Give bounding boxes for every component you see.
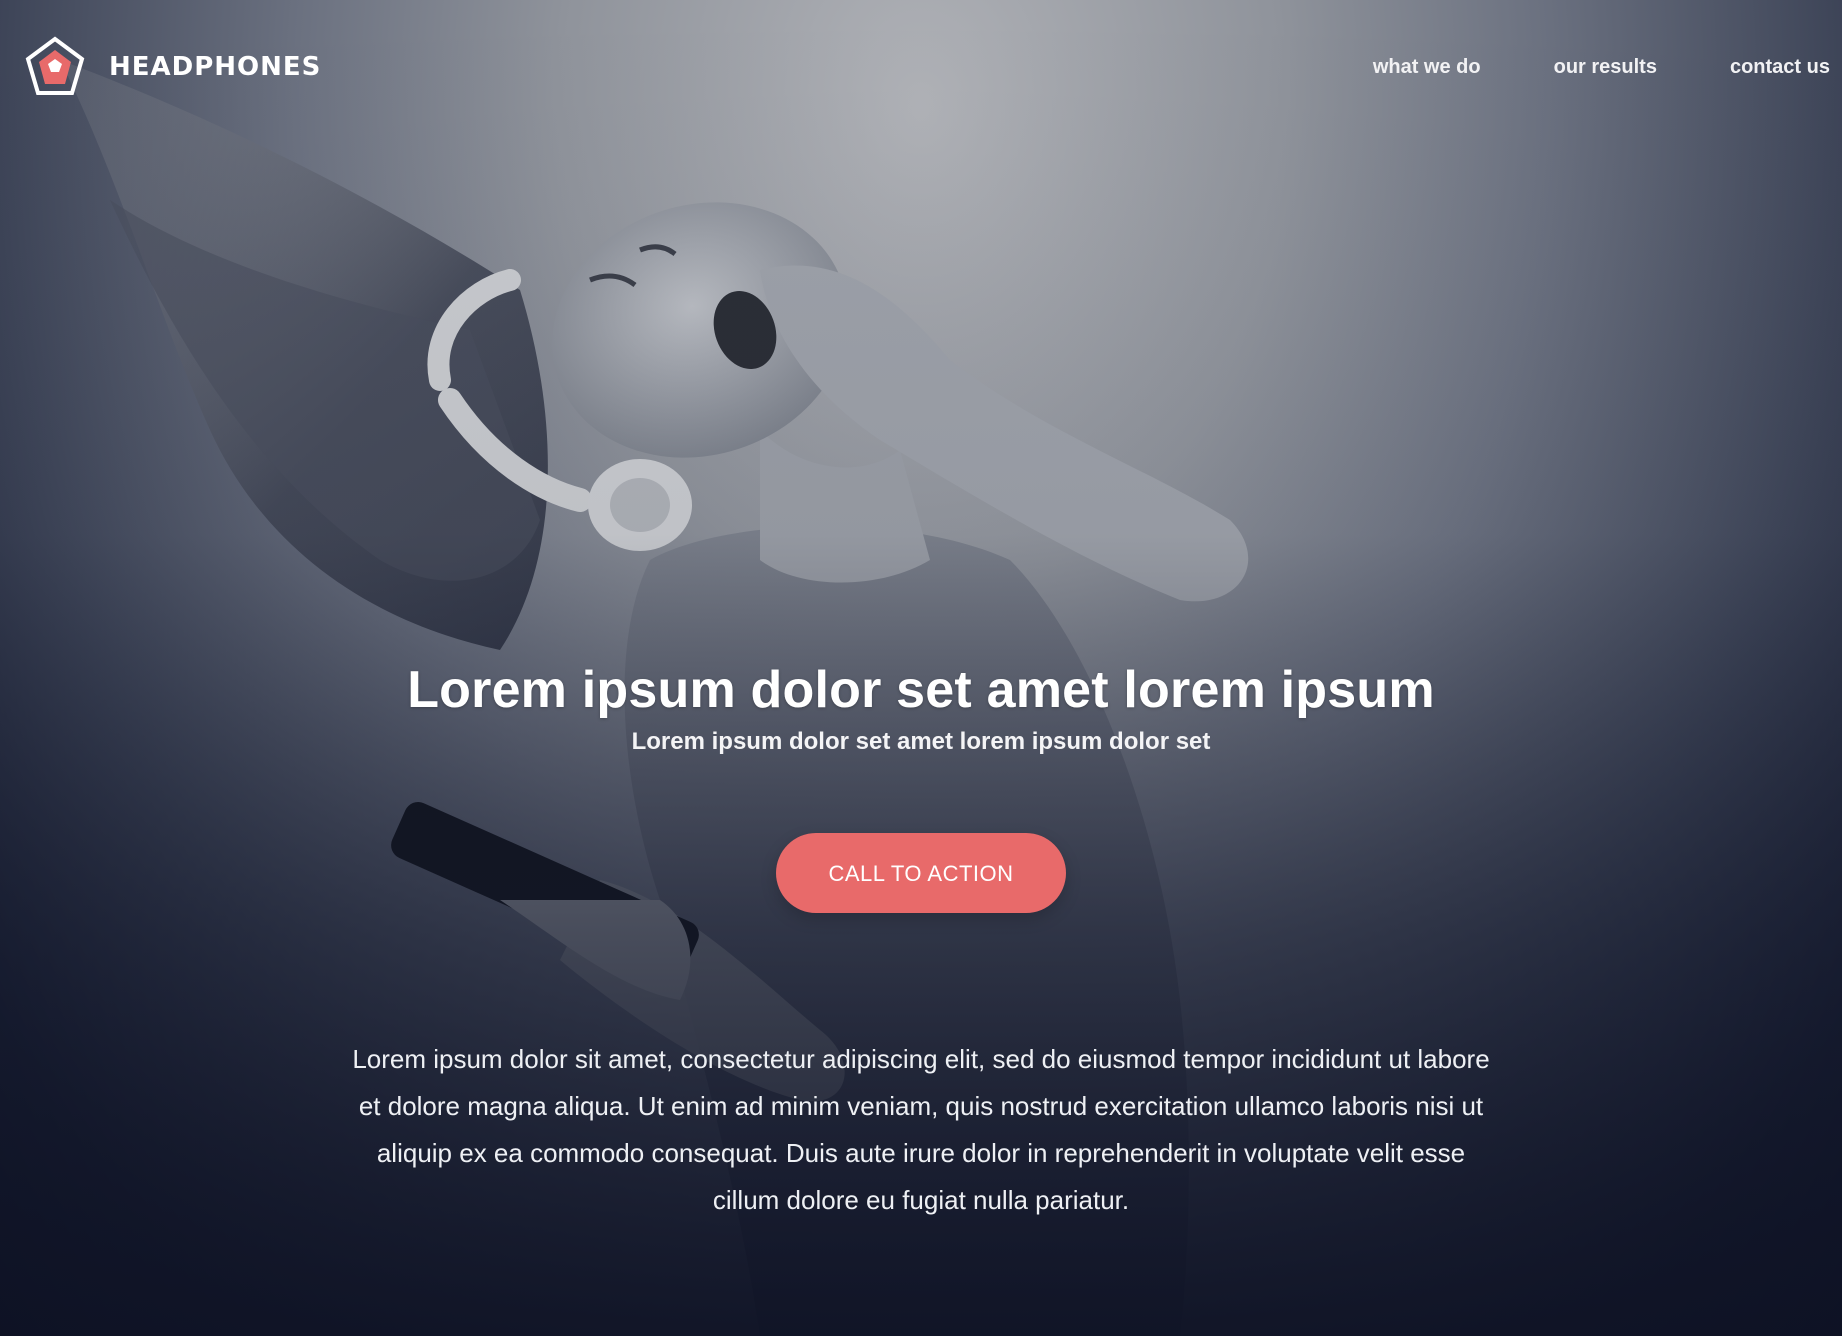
hero-title: Lorem ipsum dolor set amet lorem ipsum <box>407 661 1435 719</box>
site-header: HEADPHONES what we do our results contac… <box>0 0 1842 140</box>
brand-name: HEADPHONES <box>109 52 322 82</box>
nav-link-contact-us[interactable]: contact us <box>1730 56 1830 79</box>
pentagon-logo-icon <box>25 36 85 95</box>
call-to-action-button[interactable]: CALL TO ACTION <box>776 833 1066 913</box>
hero-subtitle: Lorem ipsum dolor set amet lorem ipsum d… <box>631 728 1211 755</box>
main-navigation: what we do our results contact us <box>1300 56 1830 79</box>
brand-logo-link[interactable]: HEADPHONES <box>24 36 321 98</box>
nav-link-what-we-do[interactable]: what we do <box>1373 56 1481 79</box>
nav-link-our-results[interactable]: our results <box>1554 56 1657 79</box>
hero-section: HEADPHONES what we do our results contac… <box>0 0 1842 1336</box>
hero-content: Lorem ipsum dolor set amet lorem ipsum L… <box>0 660 1842 1224</box>
hero-body-text: Lorem ipsum dolor sit amet, consectetur … <box>352 1044 1490 1215</box>
